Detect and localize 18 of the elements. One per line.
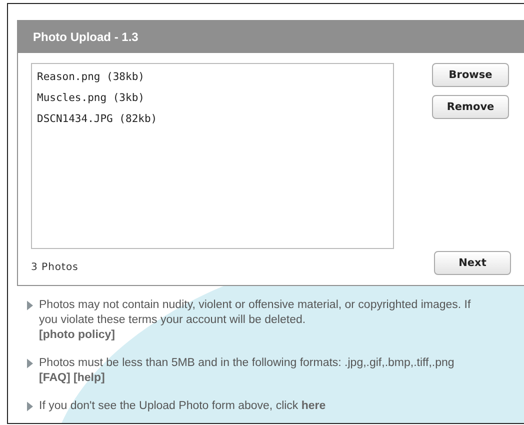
link[interactable]: [FAQ] <box>39 372 70 384</box>
file-item[interactable]: Reason.png (38kb) <box>37 68 393 89</box>
note-text: If you don't see the Upload Photo form above, click <box>39 400 298 412</box>
file-item[interactable]: Muscles.png (3kb) <box>37 89 393 110</box>
next-button[interactable]: Next <box>434 251 511 275</box>
bullet-arrow-icon <box>27 401 33 412</box>
action-button[interactable]: Remove <box>432 95 509 119</box>
bullet-arrow-icon <box>27 300 33 311</box>
bullet-arrow-icon <box>27 358 33 369</box>
note-text: Photos must be less than 5MB and in the following formats: .jpg,.gif,.bmp,.tiff,.png <box>39 357 454 369</box>
link[interactable]: [photo policy] <box>39 329 116 341</box>
file-item[interactable]: DSCN1434.JPG (82kb) <box>37 110 393 131</box>
link[interactable]: here <box>301 400 326 412</box>
photo-count: 3 Photos <box>31 260 78 272</box>
panel-title: Photo Upload - 1.3 <box>18 21 524 53</box>
note-text: Photos may not contain nudity, violent or offensive material, or copyrighted images. If you violate these terms your account will be deleted. <box>39 299 471 326</box>
action-button[interactable]: Browse <box>432 63 509 87</box>
link[interactable]: [help] <box>74 372 105 384</box>
